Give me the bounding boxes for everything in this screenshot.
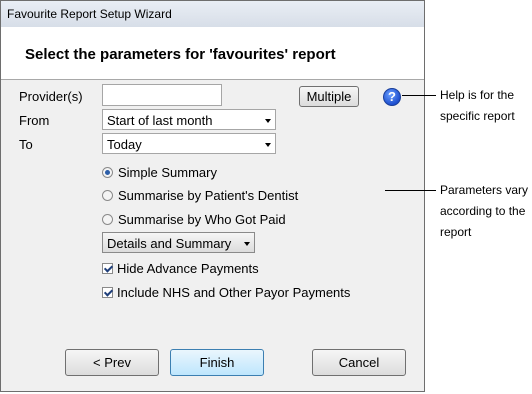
radio-label: Simple Summary bbox=[118, 165, 217, 180]
from-value: Start of last month bbox=[107, 113, 213, 128]
checkbox-label: Hide Advance Payments bbox=[117, 261, 259, 276]
params-annotation: Parameters vary according to the report bbox=[440, 180, 528, 243]
help-icon[interactable]: ? bbox=[383, 88, 401, 106]
help-annotation-line bbox=[402, 95, 436, 96]
chevron-down-icon bbox=[244, 242, 250, 246]
from-label: From bbox=[19, 113, 50, 128]
radio-label: Summarise by Who Got Paid bbox=[118, 212, 286, 227]
params-annotation-line bbox=[385, 190, 436, 191]
radio-button[interactable] bbox=[102, 190, 113, 201]
prev-button[interactable]: < Prev bbox=[65, 349, 159, 376]
to-label: To bbox=[19, 137, 33, 152]
to-value: Today bbox=[107, 137, 142, 152]
multiple-button[interactable]: Multiple bbox=[299, 86, 359, 107]
provider-label: Provider(s) bbox=[19, 89, 83, 104]
title-bar: Favourite Report Setup Wizard bbox=[1, 1, 424, 28]
help-annotation-line-1: Help is for the bbox=[440, 88, 515, 102]
cancel-button[interactable]: Cancel bbox=[312, 349, 406, 376]
checkbox-hide-advance-payments[interactable]: Hide Advance Payments bbox=[102, 261, 259, 276]
radio-summarise-by-who-got-paid[interactable]: Summarise by Who Got Paid bbox=[102, 212, 286, 227]
details-value: Details and Summary bbox=[107, 236, 232, 251]
wizard-dialog: Favourite Report Setup Wizard Select the… bbox=[0, 0, 425, 392]
provider-input[interactable] bbox=[102, 84, 222, 106]
window-title: Favourite Report Setup Wizard bbox=[7, 7, 172, 21]
from-dropdown[interactable]: Start of last month bbox=[102, 109, 276, 130]
checkbox-label: Include NHS and Other Payor Payments bbox=[117, 285, 351, 300]
help-annotation: Help is for the specific report bbox=[440, 85, 515, 127]
checkbox[interactable] bbox=[102, 287, 113, 298]
help-annotation-line-2: specific report bbox=[440, 109, 515, 123]
chevron-down-icon bbox=[265, 143, 271, 147]
chevron-down-icon bbox=[265, 119, 271, 123]
page-title: Select the parameters for 'favourites' r… bbox=[25, 46, 336, 63]
to-dropdown[interactable]: Today bbox=[102, 133, 276, 154]
radio-button-selected[interactable] bbox=[102, 167, 113, 178]
params-annotation-line-2: according to the bbox=[440, 204, 526, 218]
radio-simple-summary[interactable]: Simple Summary bbox=[102, 165, 217, 180]
checkbox-include-nhs-payments[interactable]: Include NHS and Other Payor Payments bbox=[102, 285, 350, 300]
radio-summarise-by-dentist[interactable]: Summarise by Patient's Dentist bbox=[102, 188, 298, 203]
radio-button[interactable] bbox=[102, 214, 113, 225]
params-annotation-line-3: report bbox=[440, 225, 472, 239]
finish-button[interactable]: Finish bbox=[170, 349, 264, 376]
params-annotation-line-1: Parameters vary bbox=[440, 183, 529, 197]
checkbox[interactable] bbox=[102, 263, 113, 274]
wizard-header: Select the parameters for 'favourites' r… bbox=[1, 27, 424, 80]
radio-label: Summarise by Patient's Dentist bbox=[118, 188, 299, 203]
details-dropdown[interactable]: Details and Summary bbox=[102, 232, 255, 253]
